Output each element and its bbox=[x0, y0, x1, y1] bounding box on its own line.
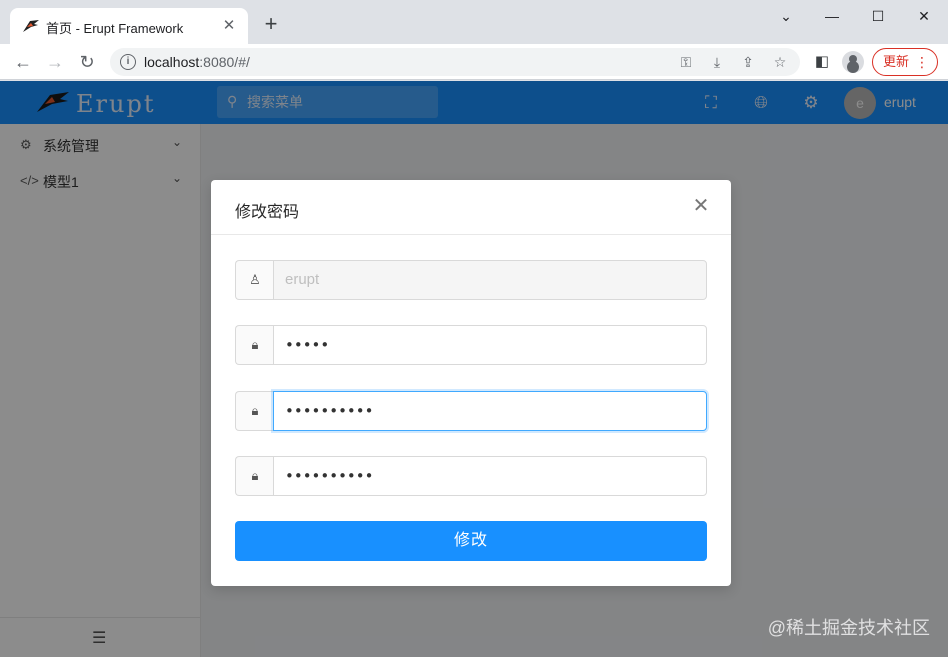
url-text: localhost:8080/#/ bbox=[144, 54, 250, 70]
old-password-addon: 🔒︎ bbox=[235, 325, 273, 365]
close-window-icon[interactable]: ✕ bbox=[901, 4, 947, 28]
user-icon: ♙ bbox=[249, 272, 261, 287]
lock-icon: 🔒︎ bbox=[251, 337, 259, 352]
key-icon[interactable]: ⚿ bbox=[676, 53, 696, 71]
new-tab-icon[interactable]: + bbox=[260, 13, 282, 35]
tab-close-icon[interactable]: ✕ bbox=[220, 17, 238, 35]
modal-header: 修改密码 ✕ bbox=[211, 180, 731, 235]
profile-icon[interactable] bbox=[842, 51, 864, 73]
new-password-input[interactable]: •••••••••• bbox=[273, 391, 707, 431]
address-bar[interactable]: i localhost:8080/#/ ⚿ ⤓ ⇪ ☆ bbox=[110, 48, 800, 76]
reload-icon[interactable]: ↻ bbox=[74, 49, 100, 75]
confirm-password-addon: 🔒︎ bbox=[235, 456, 273, 496]
submit-button[interactable]: 修改 bbox=[235, 521, 707, 561]
change-password-modal: 修改密码 ✕ ♙ erupt 🔒︎ ••••• 🔒︎ •••••••••• 🔒︎… bbox=[211, 180, 731, 586]
share-icon[interactable]: ⇪ bbox=[738, 53, 758, 71]
update-button[interactable]: 更新 ⋮ bbox=[872, 48, 938, 76]
confirm-password-field: 🔒︎ •••••••••• bbox=[235, 456, 707, 496]
tab-title: 首页 - Erupt Framework bbox=[46, 21, 184, 36]
maximize-icon[interactable]: ☐ bbox=[855, 4, 901, 28]
back-icon[interactable]: ← bbox=[10, 49, 36, 75]
old-password-field: 🔒︎ ••••• bbox=[235, 325, 707, 365]
browser-toolbar: ← → ↻ i localhost:8080/#/ ⚿ ⤓ ⇪ ☆ ◧ 更新 ⋮ bbox=[0, 44, 948, 80]
browser-window: 首页 - Erupt Framework ✕ + ⌄ — ☐ ✕ ← → ↻ i… bbox=[0, 0, 948, 657]
tab-strip: 首页 - Erupt Framework ✕ + ⌄ — ☐ ✕ bbox=[0, 0, 948, 44]
modal-title: 修改密码 bbox=[235, 204, 300, 221]
close-icon[interactable]: ✕ bbox=[689, 194, 713, 218]
more-menu-icon[interactable]: ⋮ bbox=[915, 49, 929, 75]
browser-tab[interactable]: 首页 - Erupt Framework ✕ bbox=[10, 8, 248, 44]
confirm-password-input[interactable]: •••••••••• bbox=[273, 456, 707, 496]
install-app-icon[interactable]: ⤓ bbox=[707, 53, 727, 71]
site-info-icon[interactable]: i bbox=[120, 54, 136, 70]
watermark: @稀土掘金技术社区 bbox=[767, 618, 930, 638]
tab-search-icon[interactable]: ⌄ bbox=[763, 4, 809, 28]
erupt-favicon-icon bbox=[22, 18, 40, 34]
username-input: erupt bbox=[273, 260, 707, 300]
minimize-icon[interactable]: — bbox=[809, 4, 855, 28]
old-password-input[interactable]: ••••• bbox=[273, 325, 707, 365]
bookmark-star-icon[interactable]: ☆ bbox=[770, 53, 790, 71]
new-password-addon: 🔒︎ bbox=[235, 391, 273, 431]
username-field: ♙ erupt bbox=[235, 260, 707, 300]
new-password-field: 🔒︎ •••••••••• bbox=[235, 391, 707, 431]
side-panel-icon[interactable]: ◧ bbox=[810, 50, 834, 74]
username-addon: ♙ bbox=[235, 260, 273, 300]
lock-icon: 🔒︎ bbox=[251, 468, 259, 483]
update-label: 更新 bbox=[883, 54, 910, 69]
lock-icon: 🔒︎ bbox=[251, 403, 259, 418]
forward-icon[interactable]: → bbox=[42, 49, 68, 75]
